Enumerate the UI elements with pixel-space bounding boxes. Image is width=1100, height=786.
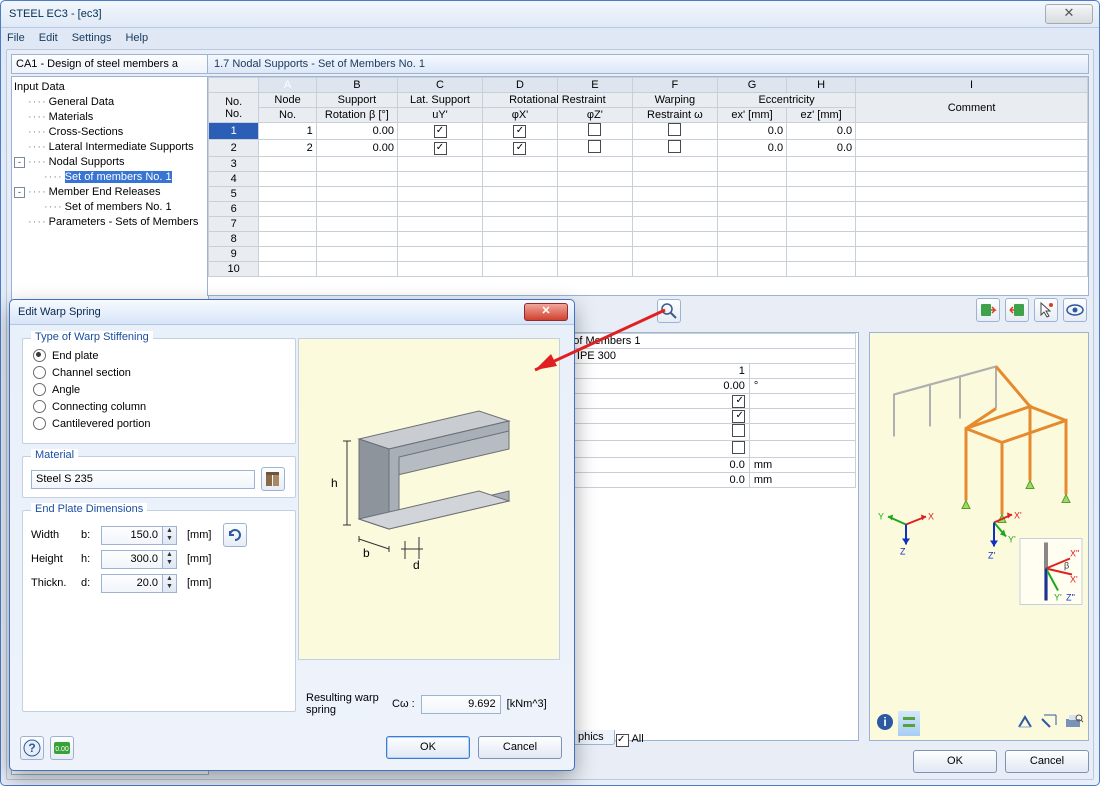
preview-panel: h b d (298, 338, 560, 660)
dialog-titlebar: Edit Warp Spring ✕ (10, 300, 574, 325)
svg-text:h: h (331, 476, 338, 490)
member-view-button[interactable] (898, 711, 920, 736)
type-radio[interactable]: Angle (33, 381, 285, 398)
menu-help[interactable]: Help (125, 32, 148, 44)
dialog-ok-button[interactable]: OK (386, 736, 470, 759)
info-button[interactable]: i (874, 711, 896, 736)
svg-text:b: b (363, 546, 370, 560)
dialog-cancel-button[interactable]: Cancel (478, 736, 562, 759)
main-ok-button[interactable]: OK (913, 750, 997, 773)
svg-text:0.00: 0.00 (55, 746, 69, 753)
material-groupbox: Material Steel S 235 (22, 456, 296, 498)
svg-text:X'': X'' (1070, 549, 1080, 559)
section-title: 1.7 Nodal Supports - Set of Members No. … (207, 54, 1089, 74)
viewport-toolbar: i (874, 711, 1084, 736)
dimensions-group-label: End Plate Dimensions (31, 503, 147, 515)
type-radio[interactable]: Cantilevered portion (33, 415, 285, 432)
svg-text:Y': Y' (1008, 535, 1016, 545)
dim-spinner[interactable]: 150.0▲▼ (101, 526, 177, 545)
tree-item[interactable]: -····Nodal Supports (14, 155, 206, 170)
material-input[interactable]: Steel S 235 (31, 470, 255, 489)
dialog-bottom-bar: ? 0.00 OK Cancel (10, 736, 574, 762)
tree-item[interactable]: ····Lateral Intermediate Supports (14, 140, 206, 155)
svg-text:i: i (883, 715, 886, 729)
tree-item[interactable]: ····Parameters - Sets of Members (14, 215, 206, 230)
svg-text:β: β (1064, 561, 1069, 571)
load-case-combo[interactable]: CA1 - Design of steel members a (11, 54, 225, 74)
tree-item[interactable]: ····Materials (14, 110, 206, 125)
titlebar: STEEL EC3 - [ec3] ✕ (1, 1, 1099, 28)
tree-item[interactable]: ····Set of members No. 1 (14, 200, 206, 215)
reset-button[interactable] (223, 523, 247, 547)
svg-text:X': X' (1070, 575, 1078, 585)
dimension-row: Heighth:300.0▲▼[mm] (31, 547, 287, 571)
svg-text:Y: Y (878, 512, 884, 522)
tree-item[interactable]: ····Cross-Sections (14, 125, 206, 140)
viewport[interactable]: X Y Z X' Y' Z' X'' β (869, 332, 1089, 741)
material-group-label: Material (31, 449, 78, 461)
dimension-row: Widthb:150.0▲▼[mm] (31, 523, 287, 547)
export-button[interactable] (1005, 298, 1029, 322)
local-axes-button[interactable] (1014, 711, 1036, 736)
type-radio[interactable]: End plate (33, 347, 285, 364)
dim-spinner[interactable]: 300.0▲▼ (101, 550, 177, 569)
result-value: 9.692 (421, 695, 501, 714)
svg-text:Z': Z' (988, 551, 995, 561)
type-group-label: Type of Warp Stiffening (31, 331, 153, 343)
structure-sketch: X Y Z X' Y' Z' X'' β (870, 333, 1088, 740)
pick-button[interactable] (1034, 298, 1058, 322)
result-row: Resulting warp spring Cω : 9.692 [kNm^3] (306, 688, 564, 720)
tree-root[interactable]: Input Data (14, 80, 206, 95)
view-button[interactable] (1063, 298, 1087, 322)
type-groupbox: Type of Warp Stiffening End plateChannel… (22, 338, 296, 444)
print-view-button[interactable] (1062, 711, 1084, 736)
menu-edit[interactable]: Edit (39, 32, 58, 44)
i-beam-sketch: h b d (299, 339, 559, 659)
edit-warp-spring-dialog: Edit Warp Spring ✕ Type of Warp Stiffeni… (9, 299, 575, 771)
main-cancel-button[interactable]: Cancel (1005, 750, 1089, 773)
material-library-button[interactable] (261, 467, 285, 491)
window-title: STEEL EC3 - [ec3] (9, 8, 102, 20)
svg-text:X: X (928, 512, 934, 522)
menu-settings[interactable]: Settings (72, 32, 112, 44)
units-button[interactable]: 0.00 (50, 736, 74, 760)
type-radio[interactable]: Channel section (33, 364, 285, 381)
dimension-row: Thickn.d:20.0▲▼[mm] (31, 571, 287, 595)
import-button[interactable] (976, 298, 1000, 322)
tree-item[interactable]: ····General Data (14, 95, 206, 110)
tree-item[interactable]: -····Member End Releases (14, 185, 206, 200)
svg-text:Z'': Z'' (1066, 593, 1075, 603)
dim-spinner[interactable]: 20.0▲▼ (101, 574, 177, 593)
svg-text:X': X' (1014, 511, 1022, 521)
show-dimensions-button[interactable] (1038, 711, 1060, 736)
svg-text:Z: Z (900, 547, 906, 557)
dialog-close-button[interactable]: ✕ (524, 303, 568, 321)
svg-text:Y': Y' (1054, 593, 1062, 603)
menubar: File Edit Settings Help (1, 28, 1099, 48)
supports-grid[interactable]: ABCDEFGHINo.No.NodeSupportLat. SupportRo… (207, 76, 1089, 296)
dimensions-groupbox: End Plate Dimensions Widthb:150.0▲▼[mm]H… (22, 510, 296, 712)
svg-text:d: d (413, 558, 420, 572)
help-button[interactable]: ? (20, 736, 44, 760)
menu-file[interactable]: File (7, 32, 25, 44)
close-button[interactable]: ✕ (1045, 4, 1093, 24)
tree-item[interactable]: ····Set of members No. 1 (14, 170, 206, 185)
find-button[interactable] (657, 299, 681, 323)
type-radio[interactable]: Connecting column (33, 398, 285, 415)
svg-text:?: ? (28, 741, 35, 755)
